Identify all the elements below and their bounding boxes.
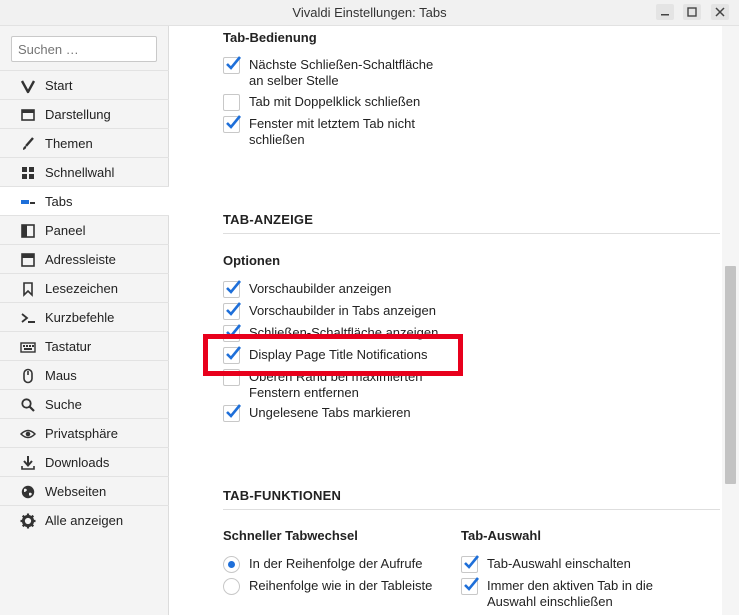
sidebar-item-label: Webseiten <box>45 484 107 499</box>
sidebar-item-kurzbefehle[interactable]: Kurzbefehle <box>0 302 169 331</box>
search-input[interactable] <box>11 36 157 62</box>
sidebar-item-label: Schnellwahl <box>45 165 115 180</box>
shortcut-icon <box>19 309 36 326</box>
gear-icon <box>19 512 36 529</box>
checkmark-icon <box>226 302 242 316</box>
tab-selection-heading: Tab-Auswahl <box>461 528 541 543</box>
sidebar-item-suche[interactable]: Suche <box>0 389 169 418</box>
radio-button[interactable] <box>223 556 240 573</box>
sidebar-item-start[interactable]: Start <box>0 70 169 99</box>
settings-nav: Start Darstellung Themen Schnellwahl Tab… <box>0 70 169 534</box>
section-divider <box>223 233 720 234</box>
maximize-button[interactable] <box>683 4 701 20</box>
sidebar-item-tabs[interactable]: Tabs <box>0 186 169 215</box>
fast-tab-switch-heading: Schneller Tabwechsel <box>223 528 358 543</box>
sidebar-item-tastatur[interactable]: Tastatur <box>0 331 169 360</box>
checkbox[interactable] <box>223 115 242 133</box>
sidebar-item-label: Privatsphäre <box>45 426 118 441</box>
sidebar-item-label: Tastatur <box>45 339 92 354</box>
maximize-icon <box>687 7 697 17</box>
eye-icon <box>19 425 36 442</box>
sidebar-item-alle-anzeigen[interactable]: Alle anzeigen <box>0 505 169 534</box>
option-label: Tab-Auswahl einschalten <box>487 556 631 571</box>
tabs-icon <box>19 193 36 210</box>
sidebar-item-label: Adressleiste <box>45 252 116 267</box>
sidebar-item-schnellwahl[interactable]: Schnellwahl <box>0 157 169 186</box>
download-icon <box>19 454 36 471</box>
option-label: Immer den aktiven Tab in die Auswahl eins… <box>487 578 653 609</box>
section-divider <box>223 509 720 510</box>
close-button[interactable] <box>711 4 729 20</box>
sidebar-item-label: Alle anzeigen <box>45 513 124 528</box>
sidebar-item-lesezeichen[interactable]: Lesezeichen <box>0 273 169 302</box>
window-icon <box>19 106 36 123</box>
checkbox[interactable] <box>461 555 480 573</box>
title-bar: Vivaldi Einstellungen: Tabs <box>0 0 739 26</box>
checkmark-icon <box>226 115 242 129</box>
sidebar-item-label: Downloads <box>45 455 110 470</box>
minimize-button[interactable] <box>656 4 674 20</box>
checkbox[interactable] <box>223 56 242 74</box>
checkmark-icon <box>226 404 242 418</box>
tab-handling-heading: Tab-Bedienung <box>223 30 317 45</box>
sidebar-item-privatsphaere[interactable]: Privatsphäre <box>0 418 169 447</box>
checkbox[interactable] <box>223 94 240 111</box>
checkbox[interactable] <box>223 280 242 298</box>
sidebar-item-paneel[interactable]: Paneel <box>0 215 169 244</box>
sidebar-item-darstellung[interactable]: Darstellung <box>0 99 169 128</box>
option-label: Vorschaubilder anzeigen <box>249 281 392 296</box>
option-label: Vorschaubilder in Tabs anzeigen <box>249 303 436 318</box>
sidebar-item-label: Tabs <box>45 194 73 209</box>
sidebar-item-themen[interactable]: Themen <box>0 128 169 157</box>
grid-icon <box>19 164 36 181</box>
option-label: In der Reihenfolge der Aufrufe <box>249 556 423 571</box>
scrollbar-thumb[interactable] <box>725 266 736 484</box>
vertical-scrollbar[interactable] <box>722 26 739 615</box>
checkmark-icon <box>464 577 480 591</box>
panel-icon <box>19 222 36 239</box>
tab-display-options-heading: Optionen <box>223 253 281 268</box>
sidebar-item-label: Paneel <box>45 223 86 238</box>
sidebar-item-label: Darstellung <box>45 107 111 122</box>
mouse-icon <box>19 367 36 384</box>
minimize-icon <box>661 14 669 16</box>
tab-functions-section-title: TAB-FUNKTIONEN <box>223 488 342 503</box>
tab-display-section-title: TAB-ANZEIGE <box>223 212 314 227</box>
option-label: Ungelesene Tabs markieren <box>249 405 411 420</box>
settings-sidebar: Start Darstellung Themen Schnellwahl Tab… <box>0 26 169 615</box>
sidebar-item-label: Themen <box>45 136 93 151</box>
highlight-box <box>203 334 463 376</box>
window-title: Vivaldi Einstellungen: Tabs <box>292 5 447 20</box>
sidebar-item-maus[interactable]: Maus <box>0 360 169 389</box>
sidebar-item-label: Suche <box>45 397 82 412</box>
brush-icon <box>19 135 36 152</box>
radio-button[interactable] <box>223 578 240 595</box>
checkmark-icon <box>226 280 242 294</box>
checkmark-icon <box>226 56 242 70</box>
globe-icon <box>19 483 36 500</box>
vivaldi-logo-icon <box>19 77 36 94</box>
magnifier-icon <box>19 396 36 413</box>
checkmark-icon <box>464 555 480 569</box>
sidebar-item-label: Kurzbefehle <box>45 310 115 325</box>
bookmark-icon <box>19 280 36 297</box>
sidebar-item-label: Lesezeichen <box>45 281 118 296</box>
sidebar-item-label: Maus <box>45 368 77 383</box>
option-label: Tab mit Doppelklick schließen <box>249 94 421 109</box>
sidebar-item-adressleiste[interactable]: Adressleiste <box>0 244 169 273</box>
checkbox[interactable] <box>461 577 480 595</box>
option-label: Reihenfolge wie in der Tableiste <box>249 578 433 593</box>
sidebar-item-downloads[interactable]: Downloads <box>0 447 169 476</box>
address-bar-icon <box>19 251 36 268</box>
checkbox[interactable] <box>223 404 242 422</box>
checkbox[interactable] <box>223 302 242 320</box>
option-label: Nächste Schließen-Schaltfläche an selber … <box>249 57 434 88</box>
keyboard-icon <box>19 338 36 355</box>
option-label: Fenster mit letztem Tab nicht schließen <box>249 116 415 147</box>
sidebar-item-label: Start <box>45 78 73 93</box>
sidebar-item-webseiten[interactable]: Webseiten <box>0 476 169 505</box>
close-icon <box>715 7 725 17</box>
